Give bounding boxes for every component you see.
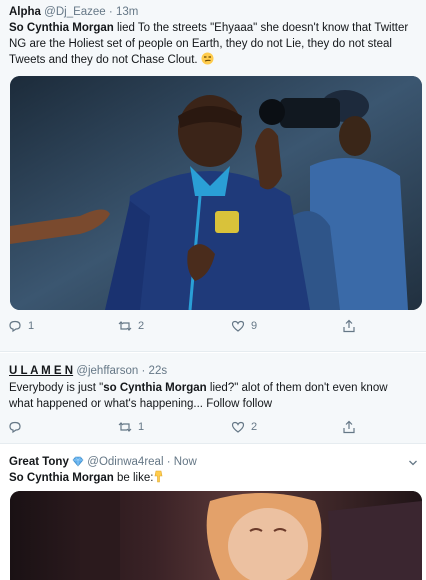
tweet-1-reply-button[interactable]: 1 — [8, 319, 34, 334]
tweet-1-reply-count: 1 — [28, 320, 35, 332]
tweet-3-timestamp[interactable]: Now — [174, 456, 197, 468]
tweet-1-timestamp[interactable]: 13m — [116, 6, 138, 18]
tweet-3-text-rest: be like: — [113, 472, 154, 484]
retweet-icon — [118, 321, 132, 332]
tweet-2-timestamp[interactable]: 22s — [149, 365, 168, 377]
tweet-1-retweet-count: 2 — [138, 320, 145, 332]
tweet-2-handle[interactable]: @jehffarson — [76, 365, 138, 377]
tweet-3-author-name[interactable]: Great Tony — [9, 456, 69, 468]
tweet-1-photo[interactable] — [10, 76, 422, 310]
retweet-icon — [118, 422, 132, 433]
photo-handshake-image — [10, 76, 422, 310]
tweet-3-separator: · — [166, 456, 171, 468]
tweet-2-text: Everybody is just "so Cynthia Morgan lie… — [9, 381, 412, 412]
tweet-1-handle[interactable]: @Dj_Eazee — [44, 6, 106, 18]
tweet-2-share-button[interactable] — [342, 420, 356, 434]
tweet-1-actions: 1 2 9 — [0, 319, 426, 337]
reply-icon — [9, 321, 21, 333]
tweet-2-reply-button[interactable] — [8, 420, 28, 434]
tweet-3-text-bold: So Cynthia Morgan — [9, 472, 114, 484]
point-down-emoji-icon — [153, 470, 164, 489]
tweet-2-retweet-count: 1 — [138, 421, 145, 433]
tweet-1-header: Alpha @Dj_Eazee · 13m — [9, 5, 402, 21]
tweet-2-text-bold: so Cynthia Morgan — [103, 382, 207, 394]
smirk-emoji-icon — [201, 52, 214, 71]
tweet-1-like-button[interactable]: 9 — [231, 319, 257, 334]
reply-icon — [9, 421, 21, 434]
tweet-1-text: So Cynthia Morgan lied To the streets "E… — [9, 21, 412, 71]
share-icon — [343, 420, 355, 434]
photo-woman-image — [10, 491, 422, 580]
tweet-1-separator: · — [108, 6, 113, 18]
tweet-2-retweet-button[interactable]: 1 — [118, 420, 144, 435]
tweet-3-handle[interactable]: @Odinwa4real — [87, 456, 163, 468]
heart-icon — [231, 422, 245, 434]
tweet-2-actions: 1 2 — [0, 420, 426, 438]
tweet-2-header: U L A M E N @jehffarson · 22s — [9, 364, 402, 380]
tweet-2-author-name[interactable]: U L A M E N — [9, 365, 73, 377]
tweet-2-like-button[interactable]: 2 — [231, 420, 257, 435]
share-icon — [343, 319, 355, 333]
heart-icon — [231, 321, 245, 333]
tweet-1-like-count: 9 — [251, 320, 258, 332]
tweet-1-share-button[interactable] — [342, 319, 356, 333]
tweet-3-photo[interactable] — [10, 491, 422, 580]
tweet-2-chevron-down-icon[interactable] — [408, 367, 418, 377]
tweet-2-text-pre: Everybody is just " — [9, 382, 104, 394]
chevron-down-icon[interactable] — [408, 458, 418, 468]
tweet-1-text-bold: So Cynthia Morgan — [9, 22, 114, 34]
tweet-1-retweet-button[interactable]: 2 — [118, 319, 144, 334]
tweet-1-author-name[interactable]: Alpha — [9, 6, 41, 18]
tweet-3-text: So Cynthia Morgan be like: — [9, 470, 412, 489]
tweet-2-separator: · — [141, 365, 146, 377]
tweet-2-like-count: 2 — [251, 421, 258, 433]
